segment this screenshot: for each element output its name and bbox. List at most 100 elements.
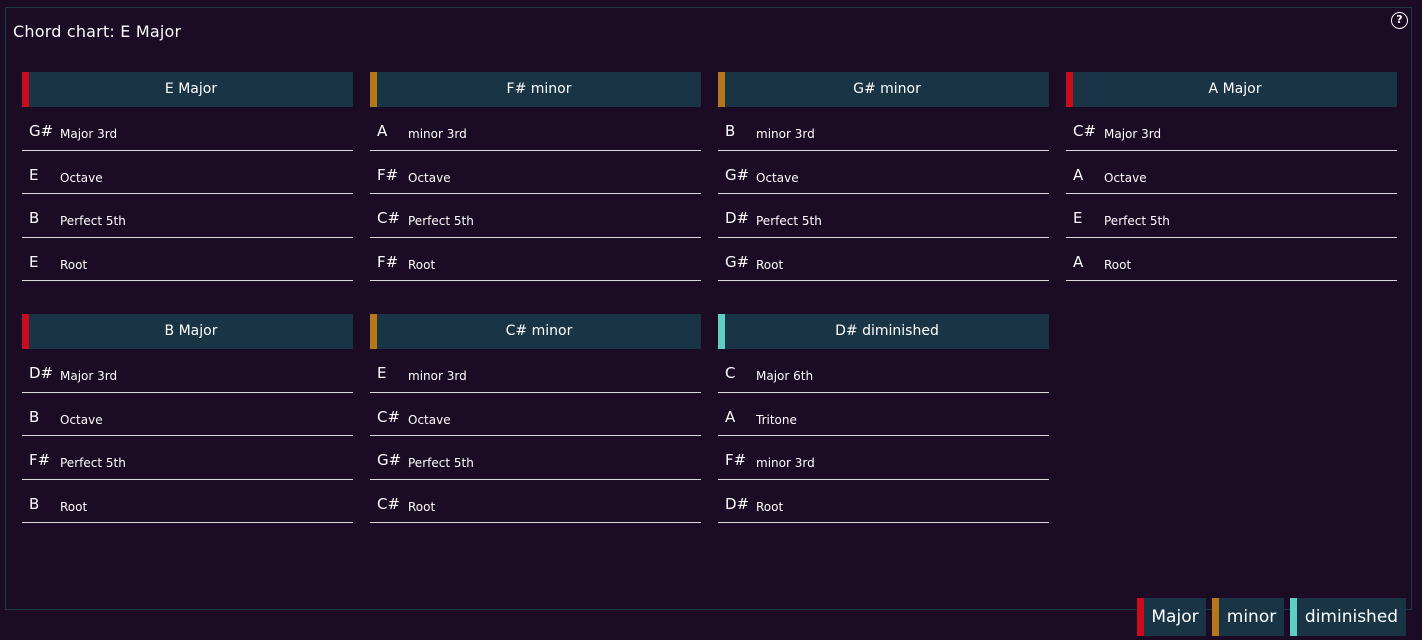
- chord-card-g-sharp-minor: G# minor Bminor 3rd G# Octave D# Perfect 5th G…: [718, 72, 1049, 281]
- chord-header[interactable]: D# diminished: [718, 314, 1049, 349]
- note-row: C# Major 3rd: [1066, 107, 1397, 151]
- chord-name: A Major: [1208, 81, 1262, 97]
- legend-item-diminished[interactable]: diminished: [1290, 598, 1406, 636]
- note-row: G# Major 3rd: [22, 107, 353, 151]
- legend-swatch: [1137, 598, 1144, 636]
- chord-header[interactable]: G# minor: [718, 72, 1049, 107]
- interval-label: Octave: [1104, 170, 1147, 185]
- interval-label: Octave: [60, 412, 103, 427]
- note-row: A Root: [1066, 238, 1397, 281]
- note-name: E: [29, 252, 39, 271]
- note-name: G#: [725, 165, 750, 184]
- note-row: Aminor 3rd: [370, 107, 701, 151]
- interval-label: Perfect 5th: [408, 456, 474, 470]
- note-row: B Octave: [22, 393, 353, 436]
- chord-card-a-major: A Major C# Major 3rd A Octave E Perfect 5th A Ro…: [1066, 72, 1397, 281]
- note-row: D# Perfect 5th: [718, 194, 1049, 238]
- interval-label: Root: [60, 257, 88, 272]
- interval-label: Perfect 5th: [60, 456, 126, 470]
- note-name: B: [29, 209, 40, 227]
- note-row: C# Root: [370, 480, 701, 523]
- note-name: D#: [29, 364, 54, 382]
- chord-name: D# diminished: [835, 323, 939, 339]
- note-name: A: [1073, 252, 1084, 271]
- quality-stripe: [370, 72, 377, 107]
- help-icon[interactable]: ?: [1391, 12, 1408, 29]
- chord-name: E Major: [164, 81, 218, 97]
- note-name: A: [377, 122, 388, 140]
- legend-label: minor: [1226, 607, 1277, 627]
- interval-label: Major 3rd: [1104, 127, 1162, 141]
- interval-label: Root: [408, 257, 436, 272]
- note-name: G#: [725, 252, 750, 271]
- note-row: D# Root: [718, 480, 1049, 523]
- chord-card-b-major: B Major D# Major 3rd B Octave F# Perfect 5th B R…: [22, 314, 353, 523]
- interval-label: minor 3rd: [756, 456, 815, 470]
- chord-header[interactable]: C# minor: [370, 314, 701, 349]
- note-row: D# Major 3rd: [22, 349, 353, 393]
- legend-item-major[interactable]: Major: [1137, 598, 1206, 636]
- note-name: E: [377, 364, 387, 382]
- note-name: D#: [725, 209, 750, 227]
- note-row: F# Perfect 5th: [22, 436, 353, 480]
- chord-header[interactable]: B Major: [22, 314, 353, 349]
- note-row: B Root: [22, 480, 353, 523]
- note-name: B: [725, 122, 736, 140]
- note-name: G#: [29, 122, 54, 140]
- chord-header[interactable]: A Major: [1066, 72, 1397, 107]
- legend-label: Major: [1151, 607, 1199, 627]
- chord-name: C# minor: [505, 323, 573, 339]
- legend-label: diminished: [1304, 607, 1399, 627]
- interval-label: Major 3rd: [60, 127, 118, 141]
- chord-card-c-sharp-minor: C# minor Eminor 3rd C# Octave G# Perfect 5th C…: [370, 314, 701, 523]
- interval-label: Major 3rd: [60, 369, 118, 383]
- interval-label: minor 3rd: [408, 127, 467, 141]
- legend-swatch: [1290, 598, 1297, 636]
- interval-label: Perfect 5th: [1104, 214, 1170, 228]
- chord-card-d-sharp-diminished: D# diminished C Major 6th A Tritone F# minor 3…: [718, 314, 1049, 523]
- note-name: A: [1073, 165, 1084, 184]
- note-name: B: [29, 494, 40, 513]
- interval-label: Octave: [408, 170, 451, 185]
- interval-label: minor 3rd: [756, 127, 815, 141]
- chord-header[interactable]: F# minor: [370, 72, 701, 107]
- legend-item-minor[interactable]: minor: [1212, 598, 1284, 636]
- note-name: F#: [377, 252, 399, 271]
- note-row: C Major 6th: [718, 349, 1049, 393]
- note-row: G# Root: [718, 238, 1049, 281]
- note-row: G# Octave: [718, 151, 1049, 194]
- note-name: C#: [377, 407, 401, 426]
- note-row: E Perfect 5th: [1066, 194, 1397, 238]
- note-name: C#: [377, 209, 401, 227]
- note-name: F#: [377, 165, 399, 184]
- note-name: A: [725, 407, 736, 426]
- chord-header[interactable]: E Major: [22, 72, 353, 107]
- interval-label: Tritone: [756, 412, 797, 427]
- interval-label: Perfect 5th: [756, 214, 822, 228]
- chord-card-e-major: E Major G# Major 3rd E Octave B Perfect 5th E Ro…: [22, 72, 353, 281]
- note-row: E Octave: [22, 151, 353, 194]
- note-name: C#: [1073, 122, 1097, 140]
- note-name: C#: [377, 494, 401, 513]
- note-name: C: [725, 364, 736, 382]
- interval-label: Perfect 5th: [408, 214, 474, 228]
- interval-label: Octave: [756, 170, 799, 185]
- quality-stripe: [718, 314, 725, 349]
- note-row: F# minor 3rd: [718, 436, 1049, 480]
- interval-label: Octave: [408, 412, 451, 427]
- quality-stripe: [1066, 72, 1073, 107]
- note-row: F# Octave: [370, 151, 701, 194]
- note-name: F#: [725, 451, 747, 469]
- interval-label: Root: [756, 257, 784, 272]
- quality-stripe: [22, 314, 29, 349]
- interval-label: Octave: [60, 170, 103, 185]
- note-row: C# Octave: [370, 393, 701, 436]
- note-row: Bminor 3rd: [718, 107, 1049, 151]
- page-title: Chord chart: E Major: [13, 22, 182, 41]
- interval-label: Root: [1104, 257, 1132, 272]
- interval-label: minor 3rd: [408, 369, 467, 383]
- quality-stripe: [22, 72, 29, 107]
- quality-stripe: [370, 314, 377, 349]
- interval-label: Root: [60, 499, 88, 514]
- interval-label: Major 6th: [756, 369, 814, 383]
